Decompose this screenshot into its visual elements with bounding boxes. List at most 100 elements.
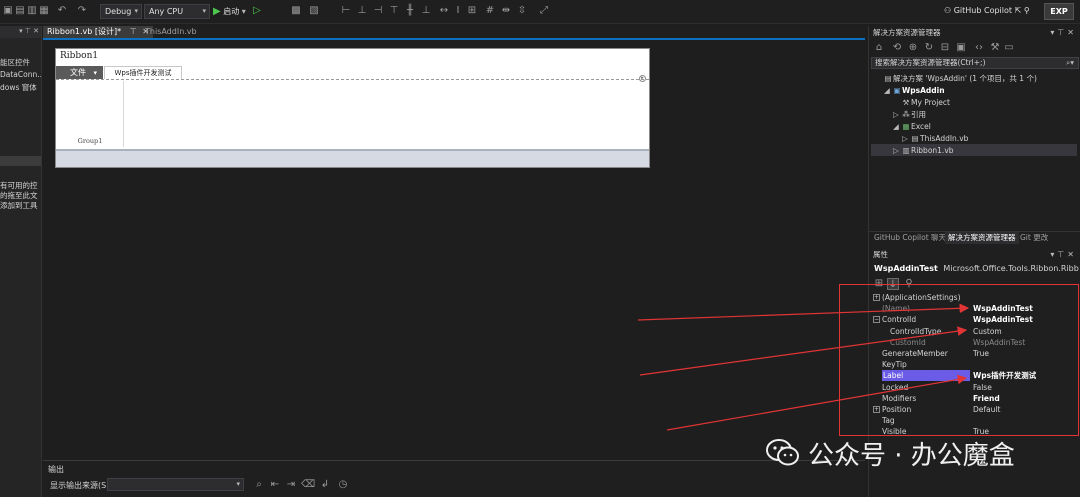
collapse-icon[interactable]: −	[873, 316, 880, 324]
toolbox-item[interactable]: DataConn...	[0, 70, 41, 79]
find-icon[interactable]: ⌕	[253, 479, 265, 491]
align-middle-icon[interactable]: ╫	[404, 5, 416, 17]
property-value[interactable]: False	[973, 382, 1077, 393]
new-file-icon[interactable]: ▣	[2, 5, 14, 17]
configuration-select[interactable]: Debug ▾	[100, 4, 142, 19]
tab-git-changes[interactable]: Git 更改	[1017, 232, 1051, 244]
layout-icon[interactable]: ▧	[308, 5, 320, 17]
property-row[interactable]: − ControlId WspAddinTest	[871, 314, 1079, 325]
pin-icon[interactable]: ▾ ⊤ ✕	[19, 27, 39, 35]
property-row[interactable]: Locked False	[871, 382, 1079, 393]
property-value[interactable]: True	[973, 348, 1077, 359]
property-pages-icon[interactable]: ⚲	[903, 278, 915, 290]
same-height-icon[interactable]: I	[452, 5, 464, 17]
tree-item[interactable]: ◢ ▣WpsAddin	[884, 85, 945, 97]
collapsed-arrow-icon[interactable]: ▷	[893, 145, 901, 157]
same-width-icon[interactable]: ↔	[438, 5, 450, 17]
tree-item[interactable]: ▷ ⁂引用	[893, 109, 926, 121]
align-left-icon[interactable]: ⊢	[340, 5, 352, 17]
panel-controls[interactable]: ▾⊤✕	[1050, 27, 1077, 39]
property-row[interactable]: Modifiers Friend	[871, 393, 1079, 404]
property-row[interactable]: CustomId WspAddinTest	[871, 337, 1079, 348]
solution-explorer-search-input[interactable]: 搜索解决方案资源管理器(Ctrl+;) ⌕▾	[871, 57, 1079, 69]
next-message-icon[interactable]: ⇥	[285, 479, 297, 491]
tree-item[interactable]: ▷ ▥Ribbon1.vb	[893, 145, 954, 157]
align-bottom-icon[interactable]: ⊥	[420, 5, 432, 17]
same-size-icon[interactable]: ⊞	[466, 5, 478, 17]
expanded-arrow-icon[interactable]: ◢	[893, 121, 901, 133]
property-row[interactable]: GenerateMember True	[871, 348, 1079, 359]
view-code-icon[interactable]: ‹›	[973, 42, 985, 54]
property-row[interactable]: (Name) WspAddinTest	[871, 303, 1079, 314]
property-row[interactable]: Label Wps插件开发测试	[871, 370, 1079, 382]
dialog-launcher-icon[interactable]: ▸	[639, 75, 646, 82]
tree-item[interactable]: ▷ ▤ThisAddIn.vb	[902, 133, 968, 145]
undo-icon[interactable]: ↶	[56, 5, 68, 17]
align-top-icon[interactable]: ⊤	[388, 5, 400, 17]
refresh-icon[interactable]: ↻	[923, 42, 935, 54]
property-value[interactable]: Custom	[973, 326, 1077, 337]
tab-ribbon1-designer[interactable]: Ribbon1.vb [设计]* ⊤ ✕	[43, 26, 153, 38]
platform-select[interactable]: Any CPU ▾	[144, 4, 210, 19]
tab-solution-explorer[interactable]: 解决方案资源管理器	[945, 232, 1019, 244]
property-value[interactable]: Friend	[973, 393, 1077, 404]
alphabetical-icon[interactable]: ↓	[887, 278, 899, 290]
file-tab[interactable]: 文件 ▾	[56, 66, 103, 79]
property-value[interactable]: Wps插件开发测试	[973, 370, 1077, 381]
properties-object-selector[interactable]: WspAddinTest Microsoft.Office.Tools.Ribb…	[871, 263, 1079, 275]
save-all-icon[interactable]: ▦	[38, 5, 50, 17]
clear-all-icon[interactable]: ⌫	[301, 479, 315, 491]
output-source-select[interactable]: ▾	[107, 478, 244, 491]
property-value[interactable]: Default	[973, 404, 1077, 415]
toolbox-item[interactable]: dows 窗体	[0, 82, 37, 93]
save-icon[interactable]: ▥	[26, 5, 38, 17]
word-wrap-icon[interactable]: ↲	[319, 479, 331, 491]
property-row[interactable]: ControlIdType Custom	[871, 326, 1079, 337]
property-row[interactable]: KeyTip	[871, 359, 1079, 370]
tree-item[interactable]: ◢ ▦Excel	[893, 121, 931, 133]
categorized-icon[interactable]: ⊞	[873, 278, 885, 290]
clock-icon[interactable]: ◷	[337, 479, 349, 491]
collapsed-arrow-icon[interactable]: ▷	[902, 133, 910, 145]
property-row[interactable]: + (ApplicationSettings)	[871, 292, 1079, 303]
start-without-debug-icon[interactable]: ▷	[251, 5, 263, 17]
open-folder-icon[interactable]: ▤	[14, 5, 26, 17]
align-right-icon[interactable]: ⊣	[372, 5, 384, 17]
tree-item[interactable]: ⚒ My Project	[893, 97, 950, 109]
property-value[interactable]: WspAddinTest	[973, 303, 1077, 314]
toolbox-icon[interactable]: ▩	[290, 5, 302, 17]
show-all-icon[interactable]: ▣	[955, 42, 967, 54]
property-row[interactable]: Tag	[871, 415, 1079, 426]
bring-front-icon[interactable]: ⤢	[538, 5, 550, 17]
tab-thisaddin[interactable]: ThisAddIn.vb	[141, 26, 201, 38]
collapsed-arrow-icon[interactable]: ▷	[893, 109, 901, 121]
exp-badge[interactable]: EXP	[1044, 3, 1074, 20]
expanded-arrow-icon[interactable]: ◢	[884, 85, 892, 97]
h-spacing-icon[interactable]: ⇹	[500, 5, 512, 17]
toolbox-item[interactable]: 能区控件	[0, 57, 30, 68]
v-spacing-icon[interactable]: ⇳	[516, 5, 528, 17]
ribbon-tab-wpsaddintest[interactable]: Wps插件开发测试	[104, 66, 182, 79]
property-value[interactable]: WspAddinTest	[973, 314, 1077, 325]
expand-icon[interactable]: +	[873, 294, 880, 301]
preview-icon[interactable]: ▭	[1003, 42, 1015, 54]
sync-icon[interactable]: ⟲	[891, 42, 903, 54]
tree-item[interactable]: ▤解决方案 'WpsAddin' (1 个项目，共 1 个)	[875, 73, 1036, 85]
property-value[interactable]: WspAddinTest	[973, 337, 1077, 348]
github-copilot-button[interactable]: ⚇ GitHub Copilot ⇱ ⚲	[944, 5, 1030, 17]
ribbon-designer-surface[interactable]: Ribbon1 文件 ▾ Wps插件开发测试 ▸ Group1	[55, 48, 650, 168]
pending-changes-icon[interactable]: ⊕	[907, 42, 919, 54]
align-center-icon[interactable]: ⊥	[356, 5, 368, 17]
expand-icon[interactable]: +	[873, 406, 880, 413]
panel-controls[interactable]: ▾⊤✕	[1050, 249, 1077, 261]
collapse-all-icon[interactable]: ⊟	[939, 42, 951, 54]
grid-icon[interactable]: #	[484, 5, 496, 17]
tab-github-copilot-chat[interactable]: GitHub Copilot 聊天	[871, 232, 949, 244]
search-icon[interactable]: ⌕▾	[1066, 58, 1074, 68]
properties-icon[interactable]: ⚒	[989, 42, 1001, 54]
property-row[interactable]: + Position Default	[871, 404, 1079, 415]
redo-icon[interactable]: ↷	[76, 5, 88, 17]
home-icon[interactable]: ⌂	[873, 42, 885, 54]
pin-icon[interactable]: ⊤	[130, 27, 137, 36]
prev-message-icon[interactable]: ⇤	[269, 479, 281, 491]
